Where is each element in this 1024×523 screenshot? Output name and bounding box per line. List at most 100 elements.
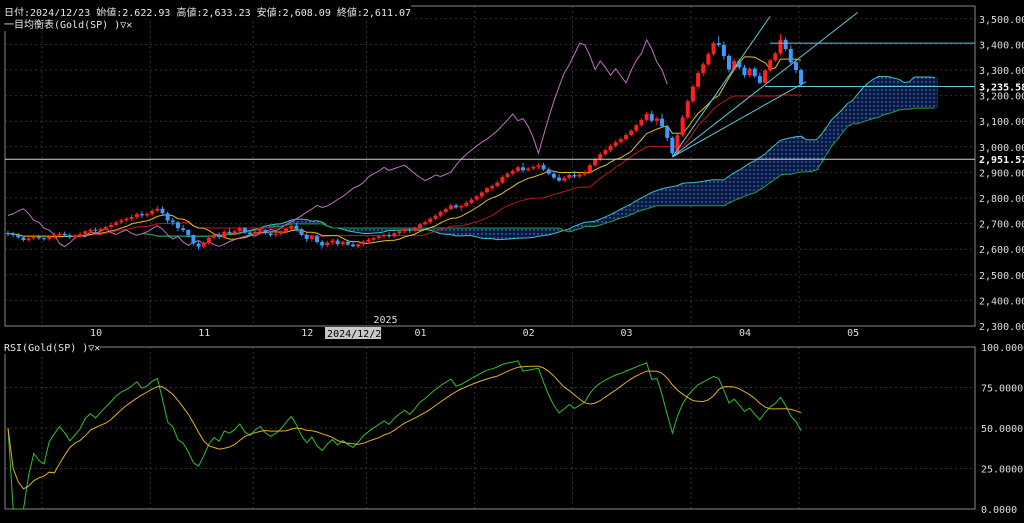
- candle-body: [423, 222, 428, 225]
- ichimoku-indicator-label[interactable]: 一目均衡表(Gold(SP) )▽✕: [4, 16, 133, 31]
- cloud-segment: [870, 79, 877, 119]
- rsi-indicator-label[interactable]: RSI(Gold(SP) )▽✕: [4, 343, 101, 354]
- candle-body: [242, 228, 247, 233]
- date-axis-tick: 04: [739, 328, 751, 339]
- candle-body: [124, 218, 129, 221]
- candle-body: [696, 73, 701, 87]
- candle-body: [546, 169, 551, 174]
- price-marker-label: 2,951.57: [979, 155, 1024, 166]
- cloud-segment: [623, 206, 629, 217]
- cloud-segment: [705, 180, 712, 206]
- cloud-segment: [860, 88, 866, 122]
- price-marker-label: 3,235.58: [979, 82, 1024, 93]
- cloud-segment: [674, 185, 681, 206]
- cloud-segment: [541, 227, 547, 236]
- candle-body: [155, 208, 160, 211]
- candle-body: [515, 167, 520, 172]
- cloud-segment: [685, 182, 691, 206]
- candle-body: [706, 54, 711, 65]
- candle-body: [603, 150, 608, 155]
- candle-body: [62, 233, 67, 236]
- candle-body: [42, 238, 47, 240]
- candle-body: [464, 202, 469, 206]
- candle-body: [428, 218, 433, 223]
- candle-body: [103, 226, 108, 229]
- candle-body: [721, 44, 726, 56]
- candle-body: [701, 64, 706, 74]
- cloud-segment: [747, 163, 753, 195]
- cloud-segment: [896, 79, 902, 111]
- candle[interactable]: [696, 71, 701, 89]
- candle-body: [98, 228, 103, 231]
- candle-body: [649, 114, 654, 121]
- candle-body: [454, 205, 459, 208]
- candle-body: [392, 233, 397, 237]
- candle[interactable]: [670, 136, 675, 156]
- candle-body: [278, 231, 283, 234]
- candle-body: [536, 165, 541, 167]
- candle-body: [88, 229, 93, 232]
- candle-body: [665, 126, 670, 138]
- candle-body: [675, 135, 680, 154]
- cloud-segment: [865, 82, 871, 121]
- candle[interactable]: [690, 84, 695, 104]
- cloud-segment: [793, 136, 799, 173]
- candle-body: [196, 243, 201, 247]
- candle-body: [634, 125, 639, 131]
- cloud-segment: [880, 76, 887, 115]
- candle-body: [531, 166, 536, 169]
- candle-body: [778, 39, 783, 54]
- price-axis-tick: 3,500.00: [979, 15, 1024, 26]
- cloud-segment: [644, 195, 650, 210]
- candle[interactable]: [763, 68, 768, 85]
- candle-body: [799, 70, 804, 85]
- candle-body: [510, 171, 515, 174]
- candle-body: [160, 208, 165, 214]
- cloud-segment: [772, 144, 779, 179]
- cloud-segment: [365, 227, 372, 234]
- date-axis-tick: 11: [198, 328, 210, 339]
- cloud-segment: [484, 227, 490, 239]
- candle-body: [629, 130, 634, 136]
- cloud-segment: [891, 78, 897, 112]
- date-axis-tick: 03: [621, 328, 633, 339]
- cloud-segment: [669, 186, 676, 206]
- candle-body: [320, 242, 325, 246]
- candle-body: [212, 234, 216, 238]
- candle-body: [284, 228, 289, 232]
- candle-body: [248, 232, 253, 235]
- cloud-segment: [721, 179, 727, 206]
- candle-body: [521, 167, 525, 171]
- candle[interactable]: [768, 58, 773, 73]
- rsi-chart-panel[interactable]: 100.0000 75.0000 50.0000 25.0000 0.0000: [0, 340, 1024, 523]
- candle-body: [6, 233, 10, 235]
- candle[interactable]: [680, 115, 685, 138]
- cloud-segment: [525, 227, 532, 238]
- candle-body: [114, 222, 119, 225]
- price-chart-panel[interactable]: 3,500.003,400.003,300.003,200.003,100.00…: [0, 0, 1024, 340]
- cloud-segment: [535, 227, 542, 237]
- candle-body: [495, 182, 500, 186]
- cloud-segment: [700, 181, 707, 206]
- price-axis-tick: 3,000.00: [979, 143, 1024, 154]
- cloud-segment: [695, 182, 701, 206]
- candle[interactable]: [711, 41, 716, 56]
- year-label: 2025: [374, 315, 398, 326]
- cloud-segment: [716, 179, 722, 206]
- candle-body: [181, 228, 186, 230]
- candle[interactable]: [685, 99, 690, 120]
- date-axis-tick: 12: [301, 328, 313, 339]
- candle-body: [93, 229, 98, 231]
- cloud-segment: [474, 227, 480, 237]
- candle-body: [551, 173, 556, 178]
- candle-body: [541, 165, 546, 170]
- candle-body: [418, 224, 422, 228]
- rsi-axis-tick: 50.0000: [981, 424, 1023, 435]
- date-axis-tick: 01: [415, 328, 427, 339]
- candle-body: [624, 135, 628, 140]
- candle-body: [484, 188, 489, 193]
- cloud-segment: [530, 227, 537, 238]
- candle[interactable]: [706, 52, 711, 66]
- cloud-segment: [829, 119, 835, 146]
- price-axis-tick: 3,400.00: [979, 40, 1024, 51]
